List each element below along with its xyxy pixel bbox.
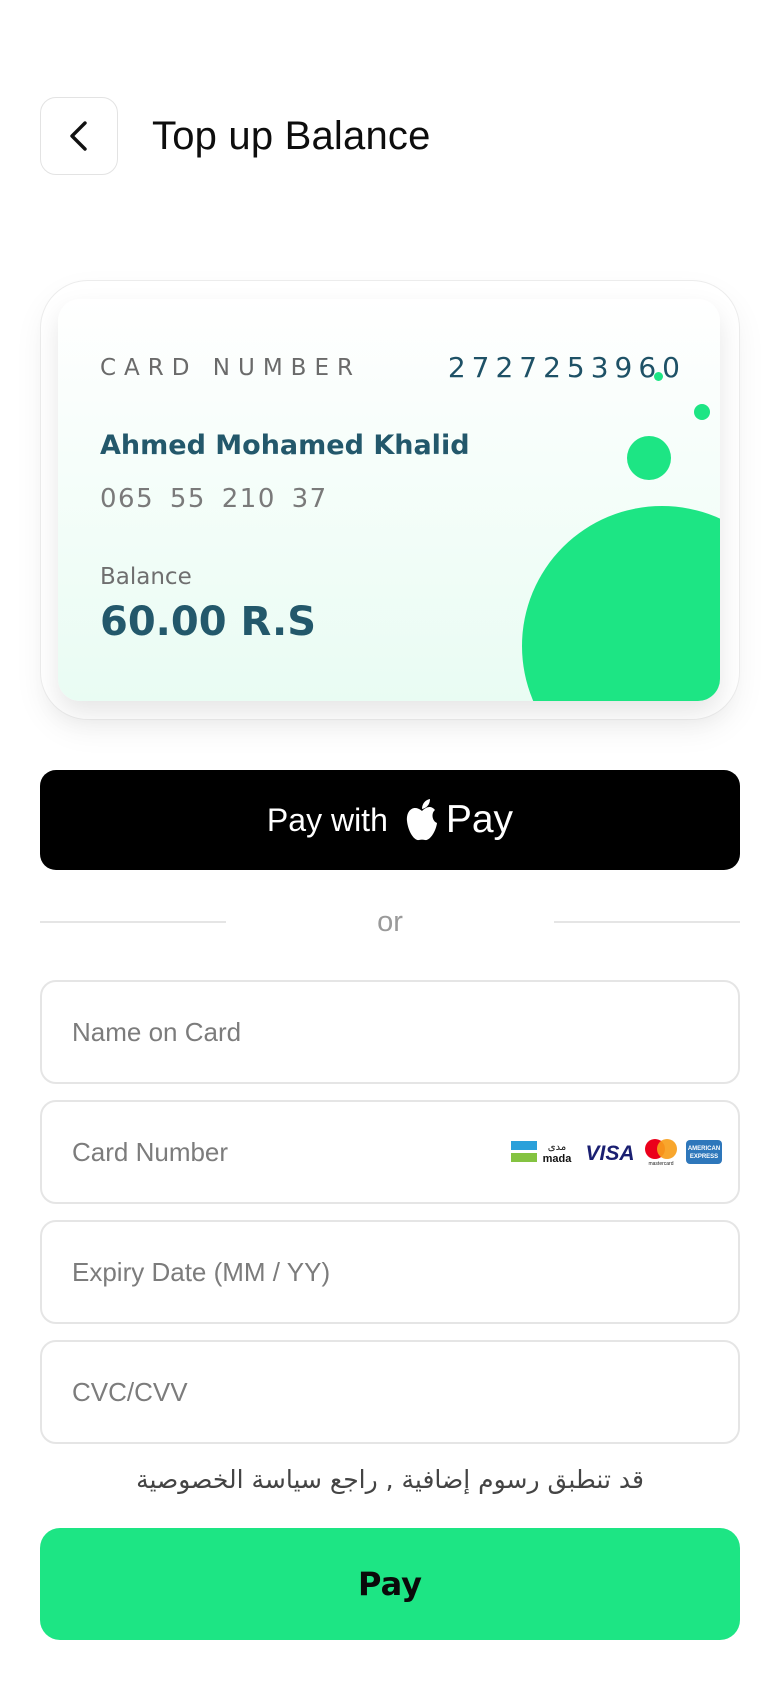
card-id-number: 065 55 210 37 [100, 484, 328, 514]
name-on-card-field[interactable] [40, 980, 740, 1084]
balance-label: Balance [100, 564, 192, 590]
visa-text: VISA [585, 1142, 634, 1164]
divider-line [40, 921, 226, 923]
name-on-card-input[interactable] [72, 1016, 708, 1048]
divider-line [554, 921, 740, 923]
mada-logo: مدى mada [511, 1141, 573, 1165]
back-button[interactable] [40, 97, 118, 175]
header: Top up Balance [40, 97, 740, 175]
pay-button[interactable]: Pay [40, 1528, 740, 1640]
apple-pay-prefix: Pay with [266, 801, 388, 838]
mada-ar-text: مدى [548, 1142, 566, 1153]
mastercard-logo: mastercard [645, 1139, 677, 1166]
apple-pay-button[interactable]: Pay with Pay [40, 770, 740, 870]
card-decoration-dot [627, 436, 671, 480]
accepted-cards: مدى mada VISA mastercard AMERICAN EXPRES… [511, 1138, 722, 1166]
expiry-date-field[interactable] [40, 1220, 740, 1324]
card-decoration-circle [522, 506, 720, 701]
amex-logo: AMERICAN EXPRESS [686, 1140, 722, 1164]
apple-pay-suffix: Pay [445, 798, 514, 841]
mastercard-text: mastercard [648, 1161, 673, 1166]
card-number-field[interactable]: مدى mada VISA mastercard AMERICAN EXPRES… [40, 1100, 740, 1204]
balance-value: 60.00 R.S [100, 599, 316, 645]
or-divider: or [40, 900, 740, 944]
fees-notice: قد تنطبق رسوم إضافية , راجع سياسة الخصوص… [136, 1465, 644, 1494]
card-holder-name: Ahmed Mohamed Khalid [100, 430, 470, 461]
page-title: Top up Balance [152, 113, 431, 158]
chevron-left-icon [70, 121, 87, 151]
mada-en-text: mada [543, 1153, 573, 1165]
apple-logo-icon [406, 799, 437, 841]
balance-card-container: CARD NUMBER 2727253960 Ahmed Mohamed Kha… [40, 280, 740, 720]
divider-label: or [377, 905, 403, 938]
cvc-field[interactable] [40, 1340, 740, 1444]
balance-card: CARD NUMBER 2727253960 Ahmed Mohamed Kha… [58, 299, 720, 701]
visa-logo: VISA [585, 1142, 634, 1164]
cvc-input[interactable] [72, 1376, 708, 1408]
card-number-value: 2727253960 [447, 351, 686, 384]
card-number-input[interactable] [72, 1136, 511, 1168]
amex-line-1: AMERICAN [688, 1146, 720, 1152]
card-decoration-dot [694, 404, 710, 420]
amex-line-2: EXPRESS [690, 1154, 718, 1160]
expiry-date-input[interactable] [72, 1256, 708, 1288]
card-number-label: CARD NUMBER [100, 355, 361, 381]
